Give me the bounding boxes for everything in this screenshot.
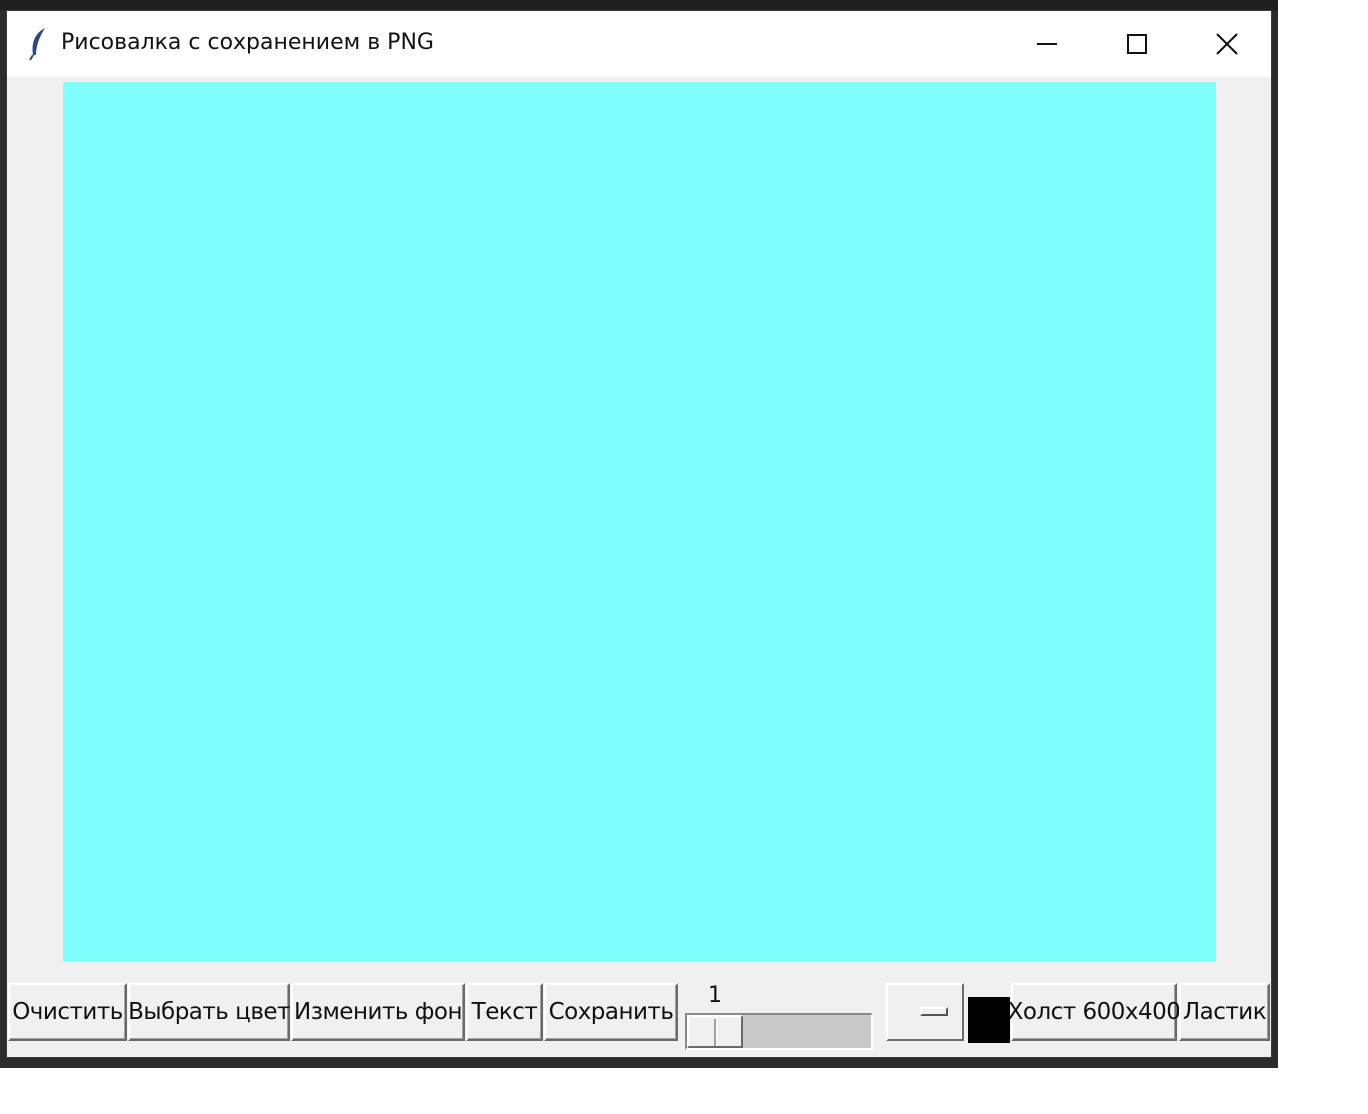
pick-color-button[interactable]: Выбрать цвет <box>128 983 290 1041</box>
canvas-size-button-label: Холст 600x400 <box>1007 999 1181 1025</box>
option-menu-indicator-icon <box>920 1007 948 1016</box>
pick-color-button-label: Выбрать цвет <box>128 999 290 1025</box>
save-button[interactable]: Сохранить <box>544 983 678 1041</box>
brush-size-slider[interactable] <box>685 1013 873 1050</box>
clear-button-label: Очистить <box>12 999 123 1025</box>
slider-thumb[interactable] <box>687 1015 743 1048</box>
eraser-button-label: Ластик <box>1182 999 1267 1025</box>
app-window: Рисовалка с сохранением в PNG Очистить В… <box>6 10 1272 1058</box>
eraser-button[interactable]: Ластик <box>1179 983 1270 1041</box>
title-bar[interactable]: Рисовалка с сохранением в PNG <box>7 11 1271 77</box>
brush-size-value: 1 <box>708 983 722 1008</box>
current-color-swatch <box>968 997 1010 1043</box>
brush-shape-menu-button[interactable] <box>886 983 964 1041</box>
toolbar: Очистить Выбрать цвет Изменить фон Текст… <box>8 983 1270 1050</box>
change-background-button[interactable]: Изменить фон <box>291 983 465 1041</box>
clear-button[interactable]: Очистить <box>8 983 127 1041</box>
maximize-icon <box>1127 34 1147 54</box>
close-icon <box>1216 33 1238 55</box>
background-editor-strip <box>0 0 1278 10</box>
slider-thumb-grip <box>714 1019 717 1046</box>
text-button-label: Текст <box>471 999 538 1025</box>
text-button[interactable]: Текст <box>466 983 543 1041</box>
screen: Рисовалка с сохранением в PNG Очистить В… <box>0 0 1368 1114</box>
window-title: Рисовалка с сохранением в PNG <box>61 30 434 55</box>
feather-icon <box>27 27 49 61</box>
minimize-icon <box>1037 43 1057 45</box>
minimize-button[interactable] <box>1002 11 1092 77</box>
canvas-size-button[interactable]: Холст 600x400 <box>1008 983 1181 1041</box>
drawing-canvas[interactable] <box>63 82 1216 961</box>
change-background-button-label: Изменить фон <box>294 999 462 1025</box>
maximize-button[interactable] <box>1092 11 1182 77</box>
save-button-label: Сохранить <box>548 999 674 1025</box>
close-button[interactable] <box>1182 11 1272 77</box>
